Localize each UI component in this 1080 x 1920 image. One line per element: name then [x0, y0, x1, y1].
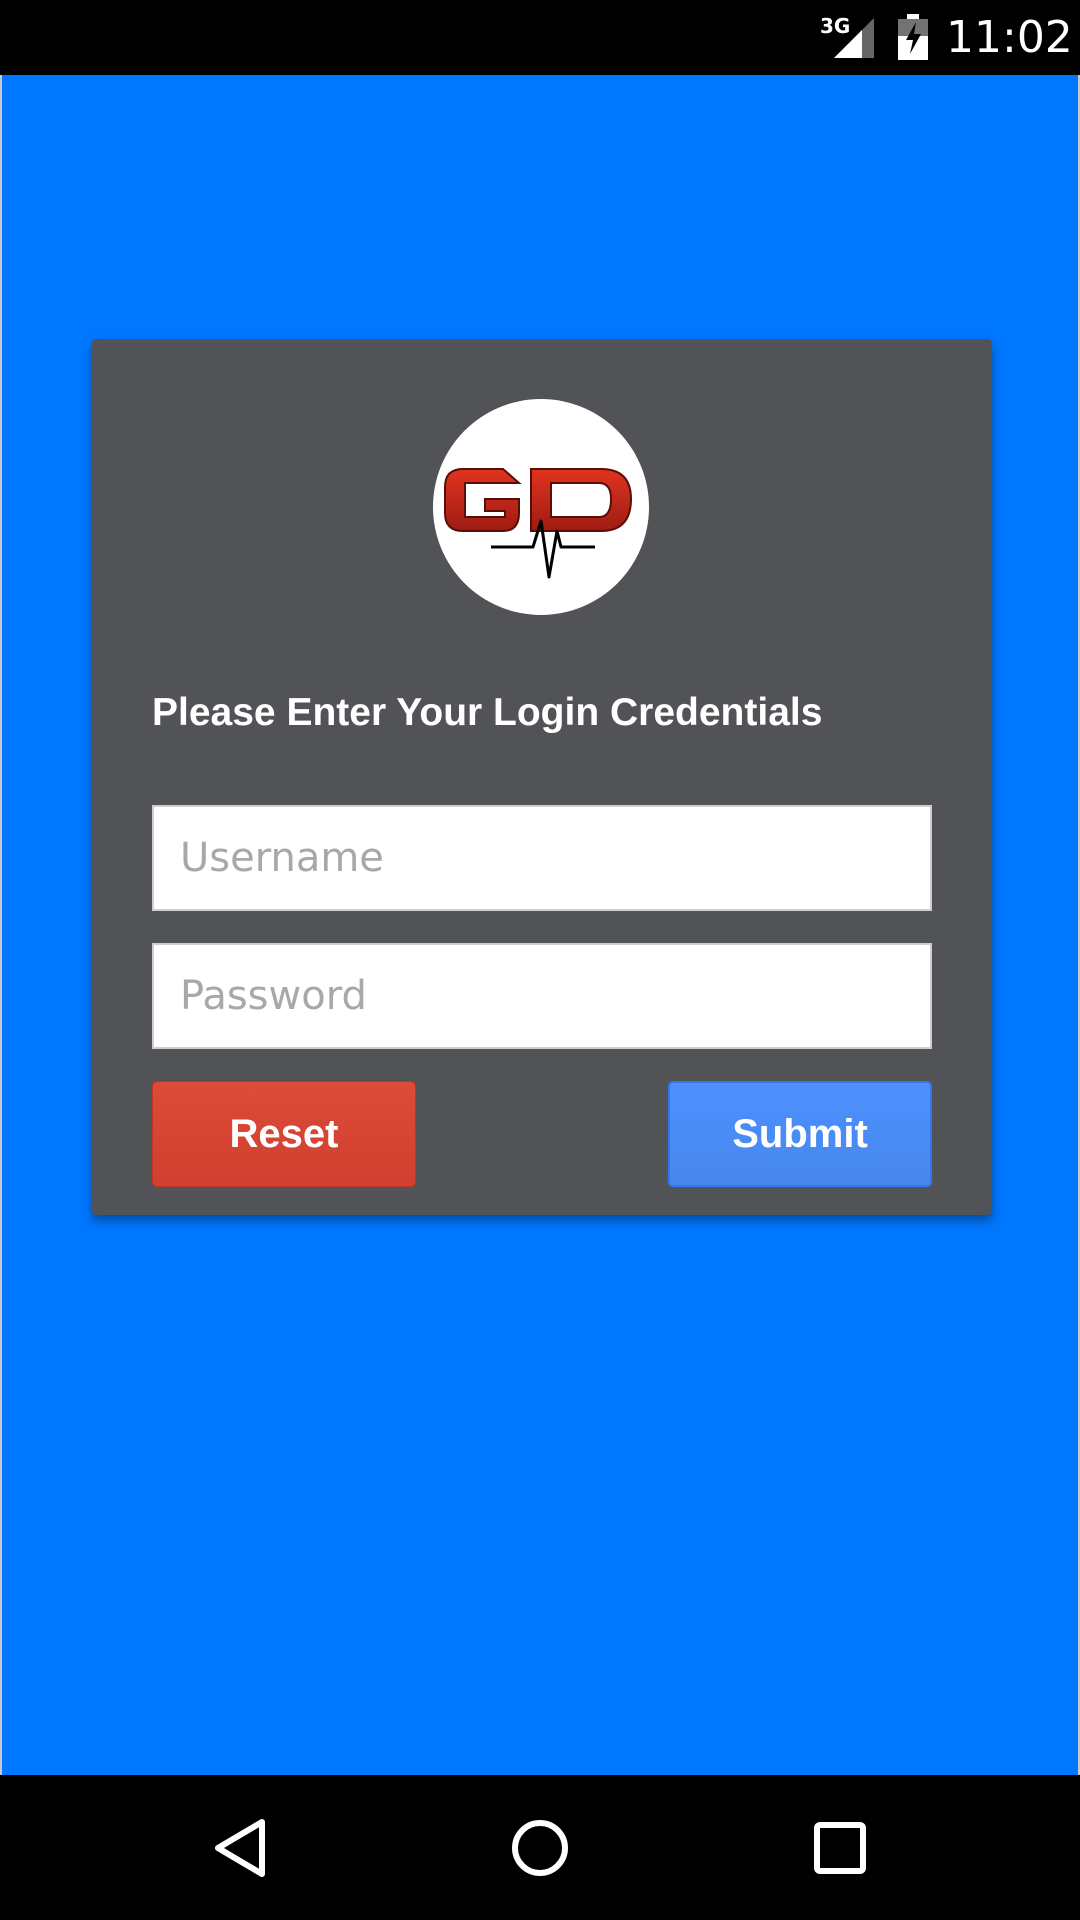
- clock: 11:02: [946, 12, 1073, 63]
- back-icon: [215, 1818, 265, 1877]
- gd-logo-graphic: [444, 468, 633, 579]
- recents-icon: [814, 1821, 866, 1874]
- login-card: Please Enter Your Login Credentials Rese…: [92, 339, 992, 1215]
- login-prompt: Please Enter Your Login Credentials: [152, 691, 823, 734]
- status-bar: 3G 11:02: [0, 0, 1080, 75]
- password-input[interactable]: [152, 943, 932, 1049]
- recents-button[interactable]: [760, 1775, 920, 1920]
- back-button[interactable]: [160, 1775, 320, 1920]
- home-icon: [512, 1819, 568, 1876]
- reset-button-label: Reset: [229, 1111, 339, 1156]
- gd-logo: [433, 399, 649, 615]
- signal-icon: [834, 18, 874, 58]
- reset-button[interactable]: Reset: [152, 1081, 416, 1187]
- submit-button[interactable]: Submit: [668, 1081, 932, 1187]
- submit-button-label: Submit: [732, 1111, 868, 1156]
- navigation-bar: [0, 1775, 1080, 1920]
- app-screen: Please Enter Your Login Credentials Rese…: [0, 75, 1080, 1775]
- battery-charging-icon: [898, 14, 928, 60]
- home-button[interactable]: [460, 1775, 620, 1920]
- username-input[interactable]: [152, 805, 932, 911]
